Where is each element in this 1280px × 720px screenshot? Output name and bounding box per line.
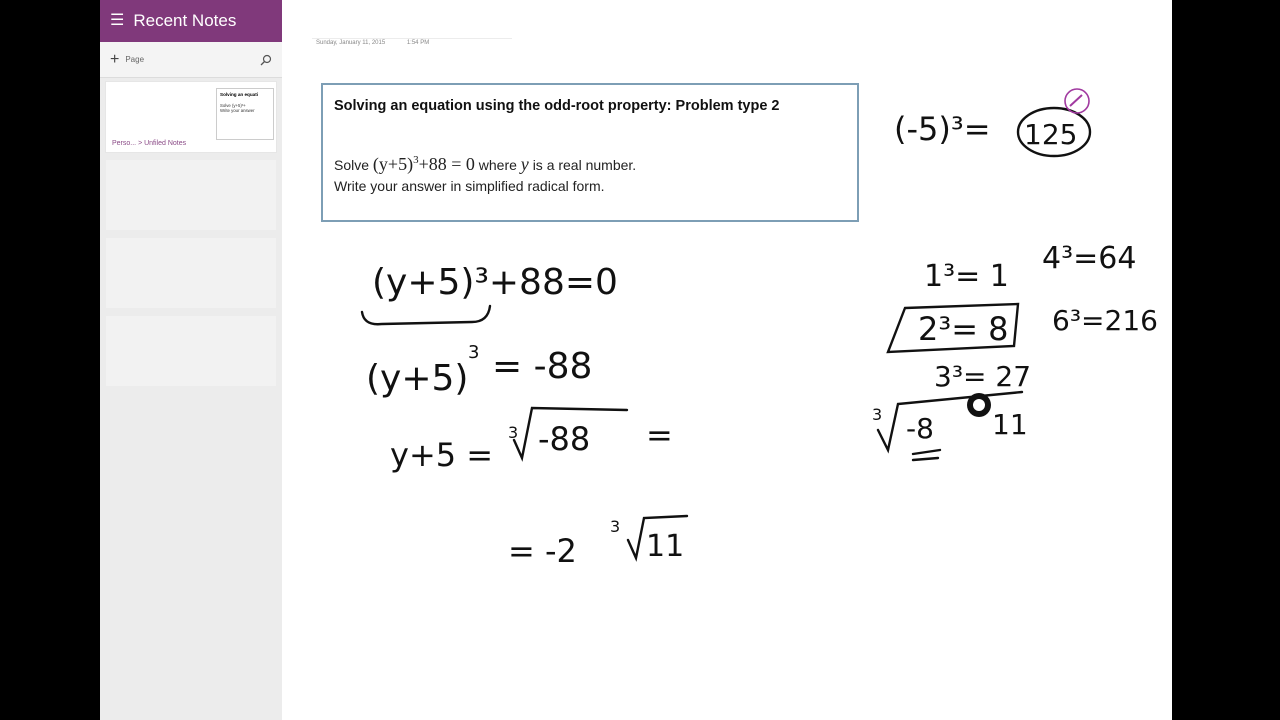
hw-side-a: (-5)³= <box>894 110 991 148</box>
hw-exponent: 3 <box>468 342 479 363</box>
pen-cursor-icon <box>973 399 985 411</box>
onenote-window: ☰ Recent Notes + Page Solving an equati … <box>100 0 1172 720</box>
add-page-label[interactable]: Page <box>125 55 260 64</box>
hw-side-a-answer: 125 <box>1024 118 1077 151</box>
recent-note-card[interactable]: Solving an equati Solve (y+5)³+ Write yo… <box>106 82 276 152</box>
hw-step2-right: = -88 <box>492 346 592 387</box>
hw-step4: = -2 <box>508 532 577 570</box>
add-page-icon[interactable]: + <box>110 51 119 68</box>
hw-cube-2: 2³= 8 <box>918 310 1009 348</box>
sidebar: ☰ Recent Notes + Page Solving an equati … <box>100 0 282 720</box>
hw-step4-tail: 11 <box>646 529 684 564</box>
hw-step3-eq: = <box>646 416 673 454</box>
hw-root-index: 3 <box>508 423 518 442</box>
thumbnail-line: Write your answer <box>220 108 255 113</box>
sidebar-header: ☰ Recent Notes <box>100 0 282 42</box>
note-thumbnail: Solving an equati Solve (y+5)³+ Write yo… <box>216 88 274 140</box>
hw-step3-left: y+5 = <box>390 436 493 474</box>
hw-step2-left: (y+5) <box>366 358 468 399</box>
hw-cube-6: 6³=216 <box>1052 304 1158 337</box>
underbrace-stroke <box>360 304 492 326</box>
hw-root2-radicand: -8 <box>906 412 934 445</box>
hw-cube-4: 4³=64 <box>1042 241 1136 276</box>
empty-note-card <box>106 160 276 230</box>
card-breadcrumb[interactable]: Perso... > Unfiled Notes <box>112 140 186 147</box>
hw-step3-tail: 11 <box>992 408 1028 441</box>
empty-note-card <box>106 238 276 308</box>
sidebar-title: Recent Notes <box>133 11 237 30</box>
hw-root-radicand: -88 <box>538 420 590 458</box>
note-canvas[interactable]: Sunday, January 11, 2015 1:54 PM Solving… <box>282 0 1172 720</box>
hamburger-menu-icon[interactable]: ☰ <box>110 13 124 29</box>
thumbnail-title: Solving an equati <box>220 92 259 97</box>
sidebar-toolbar: + Page <box>100 42 282 78</box>
search-icon[interactable] <box>260 54 272 66</box>
underline-stroke <box>911 448 942 462</box>
hw-cube-3: 3³= 27 <box>934 360 1031 393</box>
pen-tool-icon[interactable] <box>1064 88 1090 114</box>
handwriting-layer: (y+5)³+88=0 (y+5) 3 = -88 y+5 = 3 -88 = … <box>360 88 1158 570</box>
empty-note-card <box>106 316 276 386</box>
hw-root-index: 3 <box>872 405 882 424</box>
hw-cube-1: 1³= 1 <box>924 259 1009 294</box>
hw-root-index: 3 <box>610 517 620 536</box>
pen-tool-icon[interactable] <box>1069 94 1083 107</box>
hw-step1: (y+5)³+88=0 <box>372 262 618 303</box>
